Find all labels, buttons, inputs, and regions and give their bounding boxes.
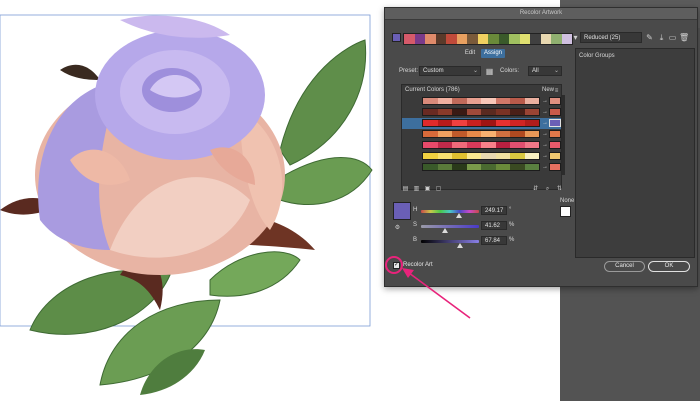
randomly-change-saturation-icon[interactable]: ⇅ xyxy=(555,185,564,194)
current-colors-label: Current Colors (786) xyxy=(405,87,460,93)
preset-chevron-icon: ⌄ xyxy=(472,68,478,74)
separate-colors-icon[interactable]: ▥ xyxy=(412,185,421,194)
preset-value: Custom xyxy=(423,68,444,74)
row-1-arrow-icon: → xyxy=(542,98,548,104)
color-row-6[interactable] xyxy=(422,152,540,160)
hsb-mode-menu-icon[interactable]: ⚙ xyxy=(393,224,402,233)
delete-color-group-icon[interactable]: 🗑 xyxy=(679,33,689,42)
s-value-field[interactable]: 41.62 xyxy=(481,221,507,230)
color-row-7[interactable] xyxy=(422,163,540,171)
row-5-arrow-icon: → xyxy=(542,142,548,148)
recolor-art-label[interactable]: Recolor Art xyxy=(403,262,433,268)
eyedropper-icon[interactable]: ✎ xyxy=(645,33,654,42)
new-color-swatch-4[interactable] xyxy=(549,130,561,138)
colors-scrollbar[interactable] xyxy=(562,95,565,175)
recolor-artwork-dialog: Recolor Artwork ▾ Reduced (25) ✎ ⤓ ▭ 🗑 E… xyxy=(384,7,698,287)
b-unit: % xyxy=(509,237,515,243)
dialog-title: Recolor Artwork xyxy=(519,10,563,16)
save-color-group-icon[interactable]: ⤓ xyxy=(657,33,666,42)
row-6-arrow-icon: → xyxy=(542,153,548,159)
color-groups-label: Color Groups xyxy=(579,53,615,59)
harmony-rules-chevron-icon[interactable]: ▾ xyxy=(571,33,580,42)
current-colors-panel: Current Colors (786) New ≡ → → → → → → → xyxy=(401,84,565,190)
new-color-group-icon[interactable]: ▭ xyxy=(668,33,677,42)
b-slider-thumb[interactable] xyxy=(457,243,463,248)
tab-edit[interactable]: Edit xyxy=(461,49,479,58)
cancel-button[interactable]: Cancel xyxy=(604,261,645,272)
tab-assign[interactable]: Assign xyxy=(481,49,505,58)
new-color-swatch-2[interactable] xyxy=(549,108,561,116)
rose-petals-group xyxy=(35,15,285,275)
none-label: None xyxy=(560,198,575,204)
color-reduction-options-icon[interactable]: ▦ xyxy=(485,67,494,76)
randomly-change-order-icon[interactable]: ⇵ xyxy=(531,185,540,194)
colors-chevron-icon: ⌄ xyxy=(553,68,559,74)
colors-label: Colors: xyxy=(500,68,520,74)
ok-button[interactable]: OK xyxy=(648,261,690,272)
color-groups-panel: Color Groups xyxy=(575,48,695,258)
selected-color-preview[interactable] xyxy=(393,202,411,220)
rose-artwork[interactable] xyxy=(0,0,390,401)
new-column-menu-icon[interactable]: ≡ xyxy=(552,87,561,96)
s-slider-label: S xyxy=(413,222,418,228)
none-swatch[interactable] xyxy=(560,206,571,217)
colors-select[interactable]: All ⌄ xyxy=(528,66,562,76)
find-colors-icon[interactable]: ⌕ xyxy=(543,185,552,194)
recolor-art-highlight-ring xyxy=(385,256,403,274)
merge-colors-icon[interactable]: ▤ xyxy=(401,185,410,194)
row-7-arrow-icon: → xyxy=(542,164,548,170)
b-slider[interactable] xyxy=(421,240,479,243)
preset-select[interactable]: Custom ⌄ xyxy=(419,66,481,76)
new-color-swatch-1[interactable] xyxy=(549,97,561,105)
color-row-3[interactable] xyxy=(422,119,540,127)
exclude-colors-icon[interactable]: ▣ xyxy=(423,185,432,194)
new-color-swatch-5[interactable] xyxy=(549,141,561,149)
dialog-title-bar[interactable]: Recolor Artwork xyxy=(385,8,697,20)
h-slider-label: H xyxy=(413,207,418,213)
color-row-5[interactable] xyxy=(422,141,540,149)
harmony-colors-strip[interactable] xyxy=(403,33,573,45)
s-slider[interactable] xyxy=(421,225,479,228)
h-slider-thumb[interactable] xyxy=(456,213,462,218)
new-color-swatch-3[interactable] xyxy=(549,119,561,127)
s-unit: % xyxy=(509,222,515,228)
harmony-name-field[interactable]: Reduced (25) xyxy=(580,32,642,43)
color-row-4[interactable] xyxy=(422,130,540,138)
new-color-swatch-6[interactable] xyxy=(549,152,561,160)
h-slider[interactable] xyxy=(421,210,479,213)
color-row-2[interactable] xyxy=(422,108,540,116)
active-color-swatch[interactable] xyxy=(392,33,401,42)
color-row-1[interactable] xyxy=(422,97,540,105)
b-value-field[interactable]: 67.84 xyxy=(481,236,507,245)
row-4-arrow-icon: → xyxy=(542,131,548,137)
new-color-swatch-7[interactable] xyxy=(549,163,561,171)
h-unit: ° xyxy=(509,207,512,213)
preset-label: Preset: xyxy=(399,68,419,74)
h-value-field[interactable]: 249.17 xyxy=(481,206,507,215)
row-2-arrow-icon: → xyxy=(542,109,548,115)
row-3-arrow-icon: → xyxy=(542,120,548,126)
b-slider-label: B xyxy=(413,237,418,243)
colors-value: All xyxy=(532,68,539,74)
s-slider-thumb[interactable] xyxy=(442,228,448,233)
new-row-icon[interactable]: ▢ xyxy=(434,185,443,194)
